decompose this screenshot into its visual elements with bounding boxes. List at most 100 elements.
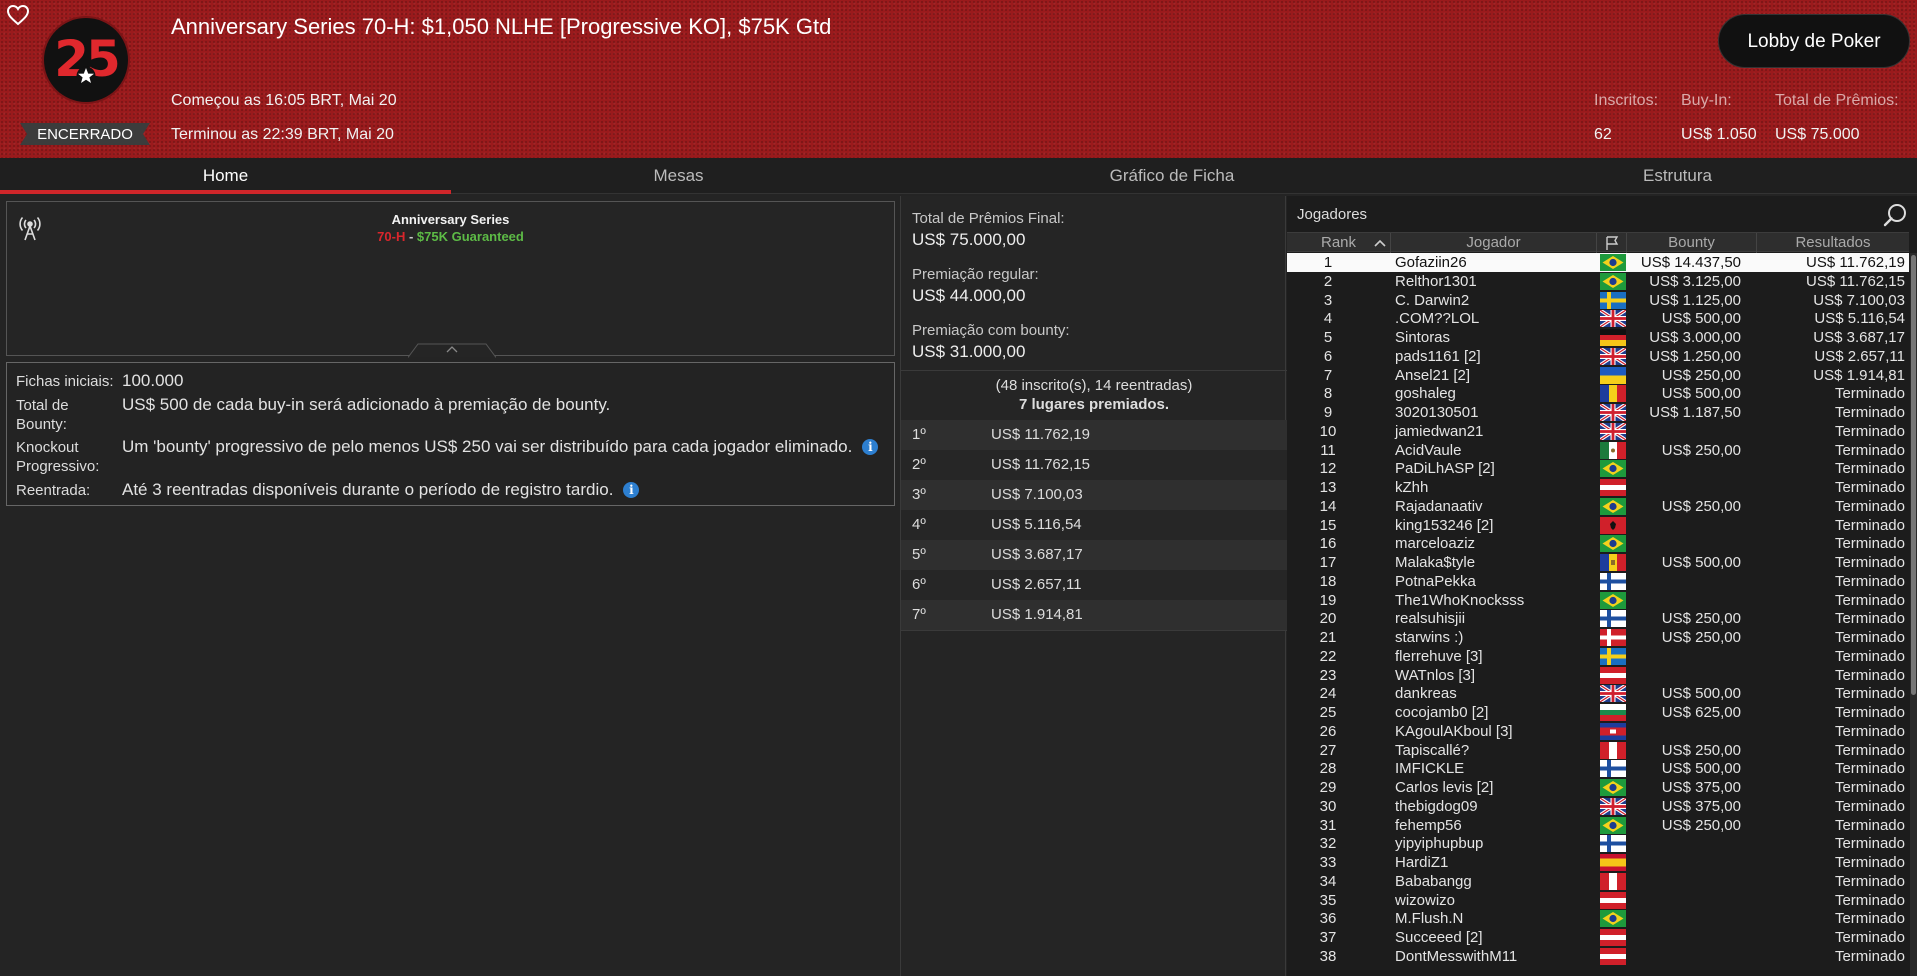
player-row[interactable]: 12 PaDiLhASP [2] Terminado (1287, 459, 1909, 478)
payout-row: 4º US$ 5.116,54 (901, 510, 1287, 540)
payout-amount: US$ 11.762,15 (991, 456, 1090, 473)
player-row[interactable]: 31 fehemp56 US$ 250,00 Terminado (1287, 816, 1909, 835)
player-result: Terminado (1834, 891, 1905, 909)
player-row[interactable]: 22 flerrehuve [3] Terminado (1287, 647, 1909, 666)
player-name: pads1161 [2] (1395, 347, 1481, 365)
player-row[interactable]: 5 Sintoras US$ 3.000,00 US$ 3.687,17 (1287, 328, 1909, 347)
tab-home[interactable]: Home (0, 158, 451, 194)
column-rank[interactable]: Rank (1287, 233, 1391, 253)
player-row[interactable]: 9 3020130501 US$ 1.187,50 Terminado (1287, 402, 1909, 423)
collapse-toggle[interactable] (408, 342, 496, 358)
country-flag-icon (1600, 854, 1626, 871)
poker-lobby-button[interactable]: Lobby de Poker (1718, 14, 1910, 68)
player-result: Terminado (1834, 779, 1905, 796)
player-row[interactable]: 35 wizowizo Terminado (1287, 891, 1909, 910)
country-flag-icon (1600, 666, 1626, 684)
player-rank: 25 (1319, 704, 1337, 721)
player-row[interactable]: 17 Malaka$tyle US$ 500,00 Terminado (1287, 553, 1909, 572)
player-result: Terminado (1834, 441, 1905, 459)
player-name: The1WhoKnocksss (1395, 591, 1525, 609)
payout-amount: US$ 11.762,19 (991, 426, 1090, 443)
player-row[interactable]: 18 PotnaPekka Terminado (1287, 572, 1909, 591)
heart-icon[interactable] (6, 4, 30, 26)
player-name: Ansel21 [2] (1395, 366, 1471, 384)
player-row[interactable]: 15 king153246 [2] Terminado (1287, 516, 1909, 535)
player-name: M.Flush.N (1395, 910, 1464, 928)
player-row[interactable]: 21 starwins :) US$ 250,00 Terminado (1287, 628, 1909, 647)
player-row[interactable]: 37 Succeeed [2] Terminado (1287, 928, 1909, 947)
active-tab-indicator (0, 190, 451, 194)
payout-row: 3º US$ 7.100,03 (901, 480, 1287, 510)
player-row[interactable]: 6 pads1161 [2] US$ 1.250,00 US$ 2.657,11 (1287, 346, 1909, 367)
player-name: Bababangg (1395, 872, 1472, 890)
prizepool-value: US$ 75.000 (1775, 126, 1860, 143)
player-row[interactable]: 20 realsuhisjii US$ 250,00 Terminado (1287, 609, 1909, 628)
column-bounty[interactable]: Bounty (1627, 233, 1757, 253)
player-row[interactable]: 13 kZhh Terminado (1287, 478, 1909, 497)
player-row[interactable]: 2 Relthor1301 US$ 3.125,00 US$ 11.762,15 (1287, 272, 1909, 291)
player-row[interactable]: 30 thebigdog09 US$ 375,00 Terminado (1287, 796, 1909, 817)
player-row[interactable]: 14 Rajadanaativ US$ 250,00 Terminado (1287, 497, 1909, 516)
search-icon[interactable] (1882, 201, 1910, 229)
player-row[interactable]: 19 The1WhoKnocksss Terminado (1287, 591, 1909, 610)
country-flag-icon (1599, 402, 1627, 423)
player-rank: 26 (1319, 722, 1337, 740)
player-row[interactable]: 8 goshaleg US$ 500,00 Terminado (1287, 384, 1909, 403)
tab-chip-graph[interactable]: Gráfico de Ficha (906, 158, 1438, 194)
player-row[interactable]: 36 M.Flush.N Terminado (1287, 909, 1909, 928)
column-results[interactable]: Resultados (1757, 233, 1909, 253)
player-row[interactable]: 4 .COM??LOL US$ 500,00 US$ 5.116,54 (1287, 308, 1909, 329)
player-row[interactable]: 1 Gofaziin26 US$ 14.437,50 US$ 11.762,19 (1287, 253, 1909, 272)
player-result: US$ 11.762,19 (1806, 254, 1905, 271)
player-row[interactable]: 27 Tapiscallé? US$ 250,00 Terminado (1287, 741, 1909, 760)
status-text: ENCERRADO (37, 126, 133, 143)
player-result: Terminado (1834, 835, 1905, 853)
player-name: flerrehuve [3] (1395, 647, 1483, 665)
info-icon[interactable]: i (862, 439, 879, 455)
entrants-value: 62 (1594, 126, 1612, 143)
player-row[interactable]: 10 jamiedwan21 Terminado (1287, 421, 1909, 442)
player-result: Terminado (1834, 591, 1905, 609)
player-name: cocojamb0 [2] (1395, 704, 1489, 721)
divider (901, 630, 1287, 631)
player-row[interactable]: 26 KAgoulAKboul [3] Terminado (1287, 722, 1909, 741)
country-flag-icon (1599, 308, 1627, 329)
player-row[interactable]: 16 marceloaziz Terminado (1287, 534, 1909, 553)
player-row[interactable]: 29 Carlos levis [2] US$ 375,00 Terminado (1287, 778, 1909, 797)
player-row[interactable]: 3 C. Darwin2 US$ 1.125,00 US$ 7.100,03 (1287, 291, 1909, 310)
player-rank: 17 (1319, 554, 1337, 571)
payout-amount: US$ 2.657,11 (991, 576, 1082, 593)
player-name: starwins :) (1395, 629, 1464, 646)
payout-position: 7º (912, 606, 926, 623)
player-result: Terminado (1834, 685, 1905, 703)
tab-structure[interactable]: Estrutura (1438, 158, 1917, 194)
country-flag-icon (1600, 385, 1626, 403)
player-row[interactable]: 23 WATnlos [3] Terminado (1287, 666, 1909, 685)
column-player[interactable]: Jogador (1391, 233, 1597, 253)
player-bounty: US$ 250,00 (1661, 441, 1741, 459)
guarantee-text: $75K Guaranteed (416, 229, 524, 244)
player-row[interactable]: 32 yipyiphupbup Terminado (1287, 834, 1909, 853)
player-row[interactable]: 11 AcidVaule US$ 250,00 Terminado (1287, 441, 1909, 460)
player-rank: 28 (1319, 760, 1337, 778)
player-result: Terminado (1834, 910, 1905, 928)
tab-tables[interactable]: Mesas (451, 158, 906, 194)
player-row[interactable]: 7 Ansel21 [2] US$ 250,00 US$ 1.914,81 (1287, 366, 1909, 385)
country-flag-icon (1600, 816, 1626, 834)
player-row[interactable]: 25 cocojamb0 [2] US$ 625,00 Terminado (1287, 703, 1909, 722)
player-row[interactable]: 33 HardiZ1 Terminado (1287, 853, 1909, 872)
player-row[interactable]: 34 Bababangg Terminado (1287, 872, 1909, 891)
player-rank: 29 (1319, 779, 1337, 796)
player-result: Terminado (1834, 479, 1905, 496)
starting-chips-label: Fichas iniciais: (16, 373, 114, 390)
info-icon[interactable]: i (623, 482, 640, 498)
players-scrollbar-thumb[interactable] (1911, 255, 1916, 695)
column-flag[interactable] (1597, 233, 1627, 253)
player-row[interactable]: 38 DontMesswithM11 Terminado (1287, 947, 1909, 966)
country-flag-icon (1600, 272, 1626, 290)
player-row[interactable]: 24 dankreas US$ 500,00 Terminado (1287, 683, 1909, 704)
player-rank: 11 (1320, 441, 1336, 459)
player-row[interactable]: 28 IMFICKLE US$ 500,00 Terminado (1287, 759, 1909, 778)
buyin-label: Buy-In: (1681, 92, 1732, 109)
player-rank: 19 (1319, 591, 1337, 609)
